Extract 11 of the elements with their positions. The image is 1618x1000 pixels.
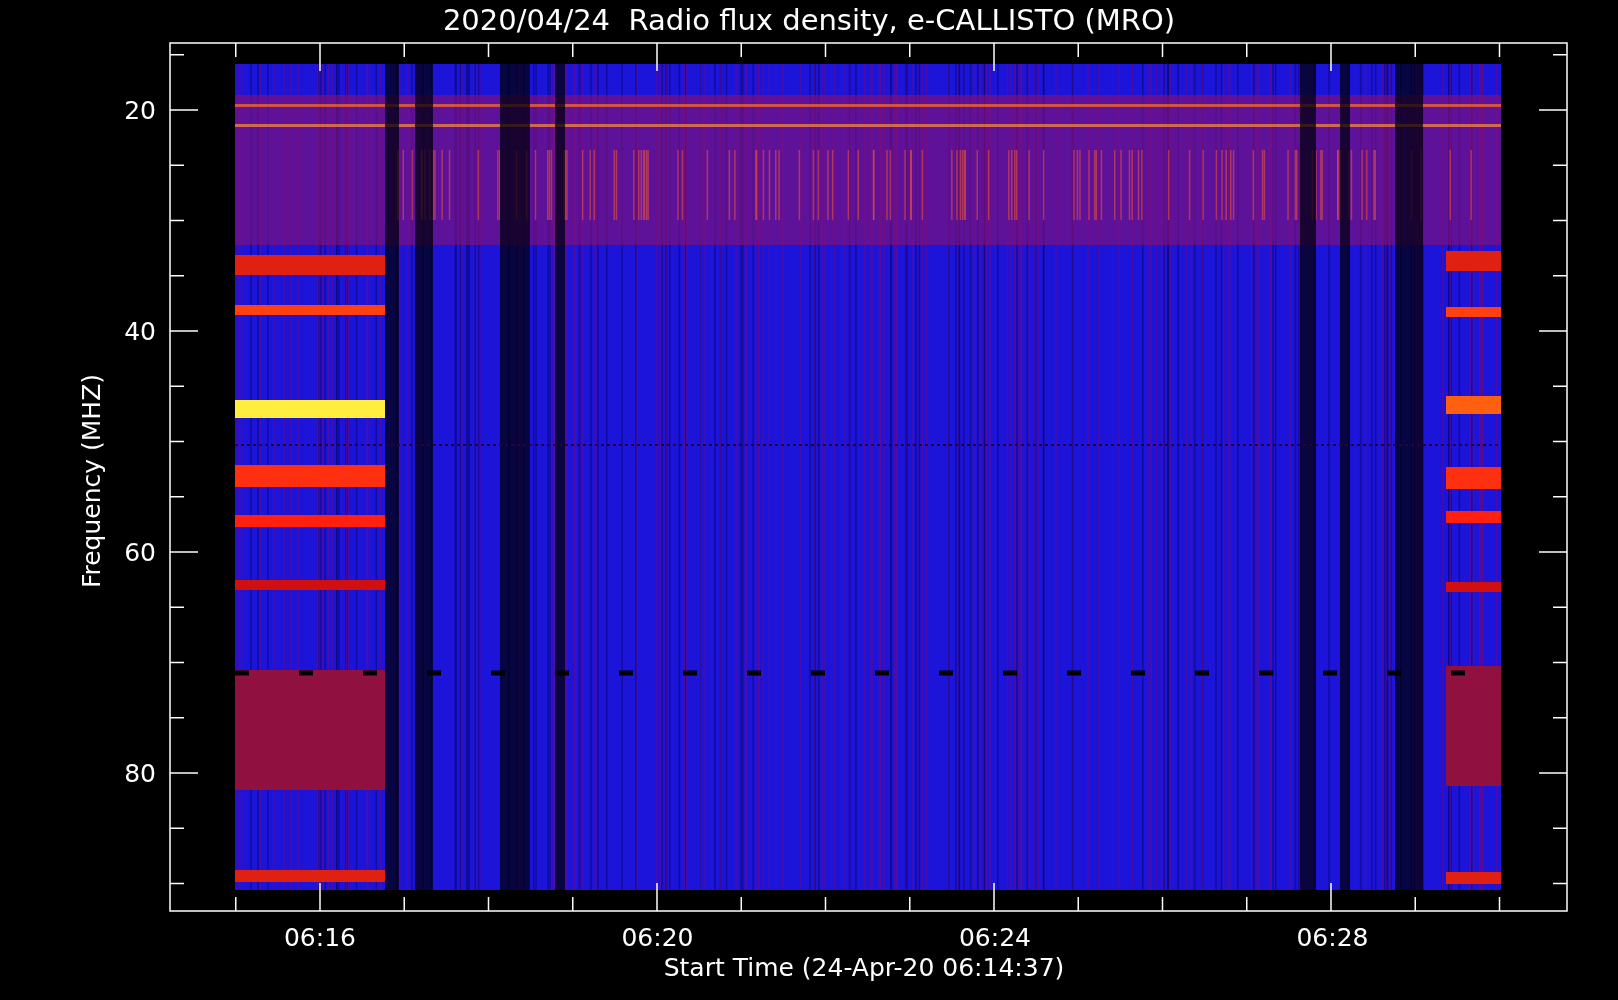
tick-label: 06:16 xyxy=(284,923,356,952)
tick-label: 06:24 xyxy=(959,923,1031,952)
tick-label: 80 xyxy=(124,759,156,788)
plot-title: 2020/04/24 Radio flux density, e-CALLISTO (MRO) xyxy=(442,3,1176,37)
tick-label: 60 xyxy=(124,538,156,567)
tick-label: 06:20 xyxy=(621,923,694,952)
tick-label: 40 xyxy=(124,317,156,346)
tick-label: 06:28 xyxy=(1296,923,1369,952)
axis-label: Frequency (MHZ) xyxy=(77,373,106,589)
tick-label: 20 xyxy=(124,96,156,125)
axis-label: Start Time (24-Apr-20 06:14:37) xyxy=(663,953,1065,982)
